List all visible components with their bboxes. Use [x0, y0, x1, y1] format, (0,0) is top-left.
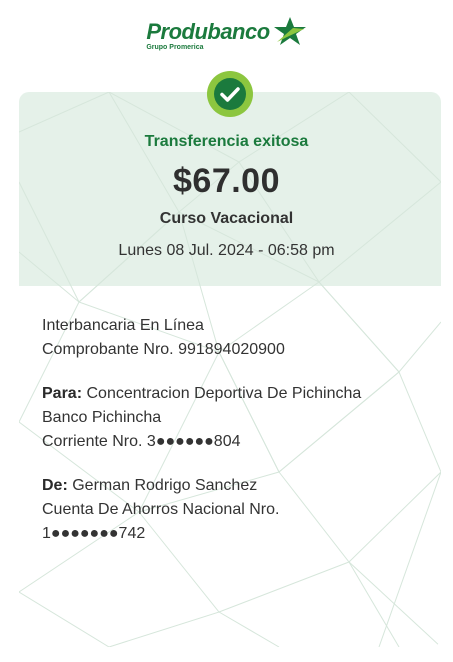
sender-name: German Rodrigo Sanchez: [72, 477, 258, 494]
transfer-amount: $67.00: [173, 162, 280, 200]
recipient-label: Para:: [42, 385, 83, 402]
transfer-type: Interbancaria En Línea: [42, 317, 204, 334]
brand-subtitle: Grupo Promerica: [146, 44, 204, 51]
brand-name: Produbanco: [146, 19, 270, 44]
transfer-concept: Curso Vacacional: [159, 210, 294, 227]
transfer-details: Interbancaria En Línea Comprobante Nro. …: [42, 314, 361, 546]
transfer-status: Transferencia exitosa: [144, 133, 309, 150]
recipient-name: Concentracion Deportiva De Pichincha: [86, 385, 362, 402]
sender-account-type: Cuenta De Ahorros Nacional Nro.: [42, 501, 280, 518]
brand-logo: Produbanco Grupo Promerica: [0, 17, 453, 62]
sender-line: De: German Rodrigo Sanchez: [42, 474, 361, 498]
recipient-line: Para: Concentracion Deportiva De Pichinc…: [42, 382, 361, 406]
star-logo-icon: [273, 17, 306, 45]
sender-account: 1●●●●●●●742: [42, 525, 146, 542]
voucher-number: Comprobante Nro. 991894020900: [42, 341, 285, 358]
recipient-bank: Banco Pichincha: [42, 409, 162, 426]
transfer-datetime: Lunes 08 Jul. 2024 - 06:58 pm: [118, 242, 335, 259]
logo-wrapper: Produbanco Grupo Promerica: [146, 17, 306, 51]
sender-label: De:: [42, 477, 68, 494]
recipient-account: Corriente Nro. 3●●●●●●804: [42, 433, 241, 450]
check-circle-icon: [207, 71, 253, 117]
